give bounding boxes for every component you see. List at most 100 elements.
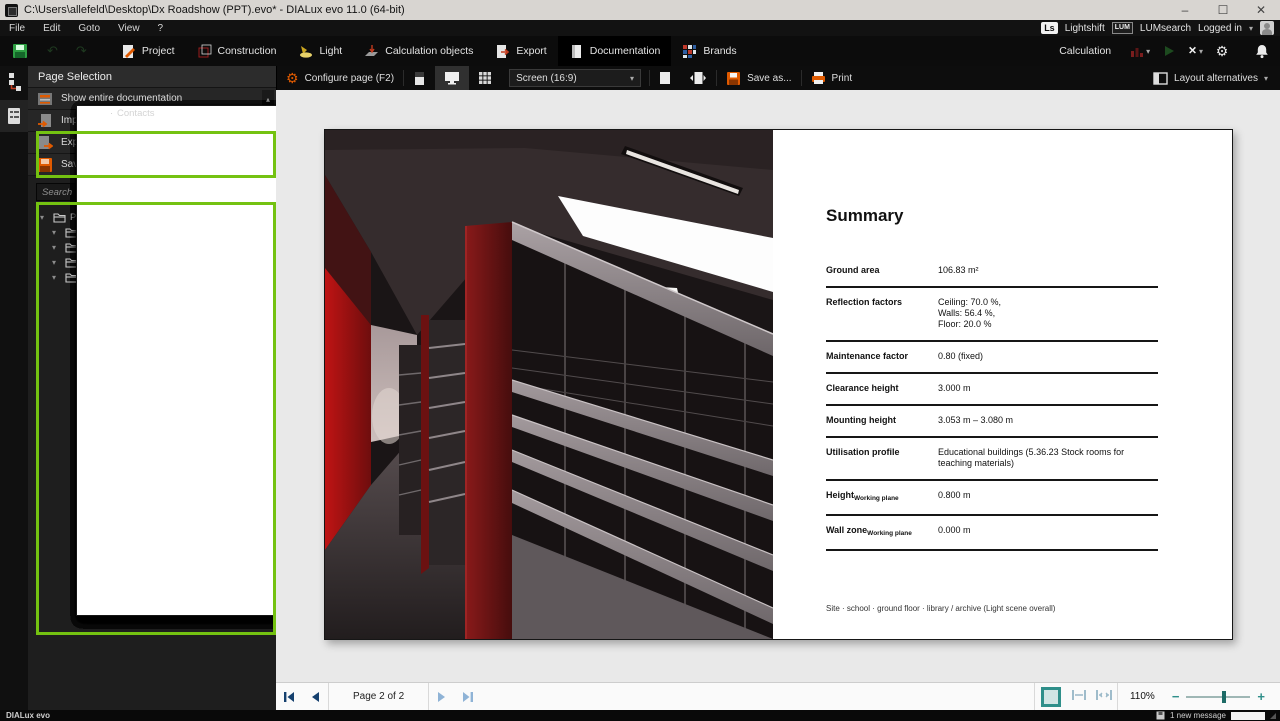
tab-calculation-objects[interactable]: Calculation objects <box>353 36 484 66</box>
save-icon[interactable] <box>12 43 28 59</box>
summary-row: Reflection factorsCeiling: 70.0 %,Walls:… <box>826 288 1158 342</box>
save-as-button[interactable]: Save as... <box>717 66 800 90</box>
summary-row-value: 0.800 m <box>938 490 1158 504</box>
left-tool-strip <box>0 66 28 710</box>
configure-page-button[interactable]: ⚙ Configure page (F2) <box>277 66 403 90</box>
print-label: Print <box>832 73 853 84</box>
close-button[interactable]: ✕ <box>1242 0 1280 20</box>
tab-project[interactable]: Project <box>110 36 186 66</box>
zoom-level: 110% <box>1130 691 1155 702</box>
save-as-icon <box>726 71 741 86</box>
summary-row: Utilisation profileEducational buildings… <box>826 438 1158 481</box>
page-format-select[interactable]: Screen (16:9) ▾ <box>509 69 641 87</box>
app-icon <box>5 4 18 17</box>
previous-page-button[interactable] <box>302 683 328 710</box>
chevron-down-icon[interactable]: ▾ <box>1199 47 1203 56</box>
fit-page-button[interactable] <box>1041 687 1061 707</box>
panel-title: Page Selection <box>28 66 276 88</box>
export-icon <box>37 135 53 151</box>
summary-row-label: Reflection factors <box>826 297 938 330</box>
start-calculation-icon[interactable] <box>1159 40 1179 62</box>
maximize-button[interactable]: ☐ <box>1204 0 1242 20</box>
print-icon <box>811 71 826 85</box>
fit-both-icon[interactable] <box>1096 689 1112 704</box>
documentation-icon <box>569 44 584 59</box>
grid-icon <box>478 71 492 85</box>
menu-view[interactable]: View <box>109 23 149 34</box>
tab-export[interactable]: Export <box>484 36 557 66</box>
chevron-down-icon: ▾ <box>630 74 634 83</box>
tab-documentation[interactable]: Documentation <box>558 36 672 66</box>
summary-row-value: Educational buildings (5.36.23 Stock roo… <box>938 447 1158 469</box>
zoom-slider-handle[interactable] <box>1222 691 1226 703</box>
tab-construction[interactable]: Construction <box>186 36 288 66</box>
notifications-bell-icon[interactable] <box>1252 40 1272 62</box>
documentation-pages-icon[interactable] <box>0 100 28 132</box>
expander-icon[interactable]: ▾ <box>52 227 61 238</box>
summary-table: Ground area106.83 m²Reflection factorsCe… <box>826 256 1158 551</box>
construction-icon <box>197 44 212 59</box>
tab-label: Construction <box>218 45 277 57</box>
view-portrait-button[interactable] <box>404 66 435 90</box>
chevron-down-icon[interactable]: ▾ <box>1249 24 1253 33</box>
zoom-slider[interactable] <box>1186 696 1250 698</box>
calculation-results-button[interactable]: ▾ <box>1127 40 1153 62</box>
summary-row: Mounting height3.053 m – 3.080 m <box>826 406 1158 438</box>
new-page-button[interactable] <box>650 66 680 90</box>
lightshift-link[interactable]: Lightshift <box>1065 23 1105 34</box>
layout-alternatives-icon <box>1153 72 1168 85</box>
expander-icon[interactable]: ▾ <box>52 242 61 253</box>
room-render-image <box>325 130 773 639</box>
status-bar: DIALux evo 1 new message <box>0 710 1280 721</box>
next-page-button[interactable] <box>429 683 455 710</box>
expander-icon[interactable]: ▾ <box>40 212 49 223</box>
app-brand: DIALux evo <box>0 711 50 720</box>
tab-light[interactable]: Light <box>287 36 353 66</box>
summary-row-label-subscript: Working plane <box>867 530 912 537</box>
tab-label: Calculation objects <box>385 45 473 57</box>
lumsearch-icon: LUM <box>1112 22 1133 34</box>
logged-in-menu[interactable]: Logged in <box>1198 23 1242 34</box>
tree-item-label: Contacts <box>117 108 155 613</box>
summary-row-label: Utilisation profile <box>826 447 938 469</box>
menu-help[interactable]: ? <box>149 23 173 34</box>
view-grid-button[interactable] <box>469 66 501 90</box>
fit-width-icon[interactable] <box>1072 689 1086 704</box>
status-message[interactable]: 1 new message <box>1170 711 1226 720</box>
first-page-button[interactable] <box>276 683 302 710</box>
menu-file[interactable]: File <box>0 23 34 34</box>
calculation-label: Calculation <box>1059 45 1111 57</box>
save-as-label: Save as... <box>747 73 791 84</box>
portrait-page-icon <box>413 71 426 86</box>
duplicate-page-button[interactable] <box>680 66 716 90</box>
menu-goto[interactable]: Goto <box>69 23 109 34</box>
summary-row: Maintenance factor0.80 (fixed) <box>826 342 1158 374</box>
minimize-button[interactable]: – <box>1166 0 1204 20</box>
layout-alternatives-button[interactable]: Layout alternatives ▾ <box>1153 72 1280 85</box>
main-toolbar: ↶ ↷ Project Construction Light Calculati… <box>0 36 1280 66</box>
configure-label: Configure page (F2) <box>305 73 395 84</box>
chevron-down-icon[interactable]: ▾ <box>1146 47 1150 56</box>
menu-edit[interactable]: Edit <box>34 23 69 34</box>
export-icon <box>495 44 510 59</box>
lumsearch-link[interactable]: LUMsearch <box>1140 23 1191 34</box>
dialux-evo-window: C:\Users\allefeld\Desktop\Dx Roadshow (P… <box>0 0 1280 721</box>
cancel-calculation-button[interactable]: ✕ ▾ <box>1185 40 1206 62</box>
avatar[interactable] <box>1260 21 1274 35</box>
view-screen-button[interactable] <box>435 66 469 90</box>
tab-brands[interactable]: Brands <box>671 36 747 66</box>
settings-gear-icon[interactable]: ⚙ <box>1212 40 1232 62</box>
message-disk-icon <box>1156 711 1165 720</box>
print-button[interactable]: Print <box>802 66 862 90</box>
resize-grip[interactable] <box>1270 713 1276 719</box>
undo-icon[interactable]: ↶ <box>47 43 58 59</box>
expander-icon[interactable]: ▾ <box>52 257 61 268</box>
expander-icon[interactable]: ▾ <box>52 272 61 283</box>
summary-row-label-subscript: Working plane <box>854 495 899 502</box>
tab-label: Brands <box>703 45 736 57</box>
last-page-button[interactable] <box>455 683 481 710</box>
zoom-in-button[interactable]: + <box>1257 689 1265 704</box>
redo-icon[interactable]: ↷ <box>76 43 87 59</box>
project-tree-icon[interactable] <box>0 66 28 98</box>
zoom-out-button[interactable]: − <box>1172 689 1180 704</box>
